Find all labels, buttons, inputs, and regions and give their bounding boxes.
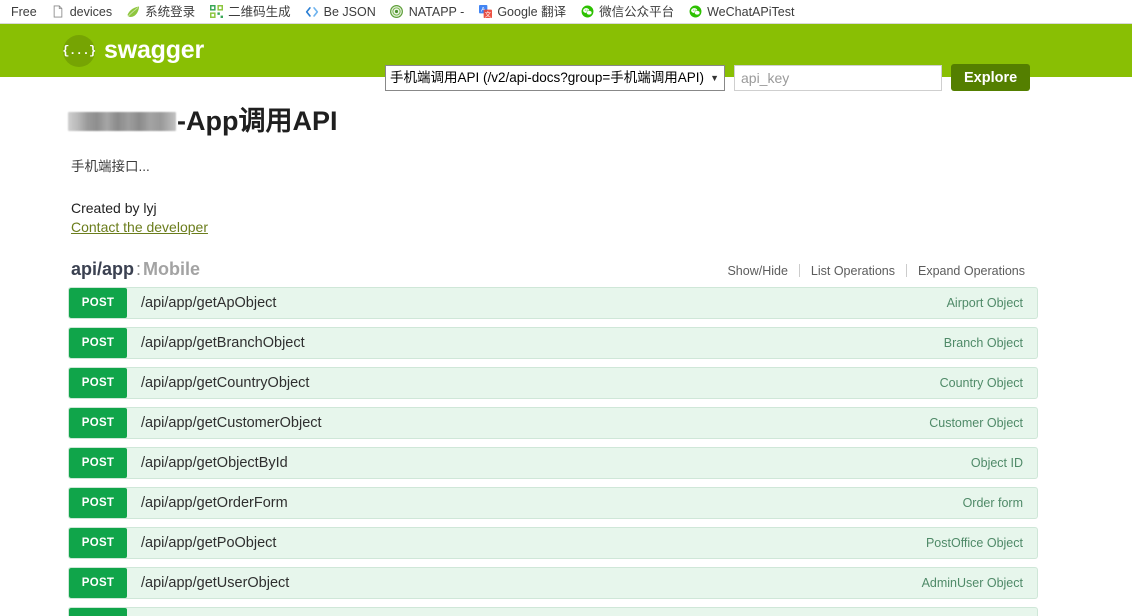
page-title: -App调用API <box>68 105 1132 139</box>
operation-path[interactable]: /api/app/getCountryObject <box>127 375 940 391</box>
operation-summary: Branch Object <box>943 335 1023 350</box>
resource-section-api-app: api/app: Mobile Show/Hide List Operations… <box>68 259 1038 616</box>
operation-path[interactable]: /api/app/getPoObject <box>127 535 926 551</box>
operation-path[interactable]: /api/app/getObjectById <box>127 455 971 471</box>
operation-method-badge: POST <box>69 447 127 478</box>
operation-method-badge: POST <box>69 527 127 558</box>
operation-row[interactable]: POST/api/app/inboundSaveInbound Save <box>68 606 1038 616</box>
operation-row[interactable]: POST/api/app/getObjectById Object ID <box>68 446 1038 479</box>
wechat-icon <box>688 5 702 19</box>
resource-title[interactable]: api/app: Mobile <box>71 259 200 280</box>
operation-summary: Order form <box>962 495 1023 510</box>
redacted-title-block <box>68 112 176 132</box>
operation-path[interactable]: /api/app/getApObject <box>127 295 947 311</box>
bookmark-label: WeChatAPiTest <box>707 4 795 19</box>
bookmark-label: NATAPP - <box>408 4 465 19</box>
resource-header: api/app: Mobile Show/Hide List Operations… <box>68 259 1038 287</box>
bookmark-item[interactable]: 二维码生成 <box>202 2 298 22</box>
operations-list: POST/api/app/getApObject Airport Object PO… <box>68 286 1038 616</box>
leaf-icon <box>126 5 140 19</box>
bookmark-label: Be JSON <box>323 4 376 19</box>
bookmark-label: 微信公众平台 <box>599 4 675 19</box>
spiral-icon <box>390 5 404 19</box>
page-title-suffix: -App调用API <box>177 106 338 136</box>
qrcode-icon <box>209 5 223 19</box>
bookmark-label: Free <box>11 4 37 19</box>
operation-summary: Country Object <box>939 375 1023 390</box>
operation-method-badge: POST <box>69 567 127 598</box>
list-operations-link[interactable]: List Operations <box>800 264 906 278</box>
bookmark-item[interactable]: 微信公众平台 <box>573 2 681 22</box>
bookmark-item[interactable]: 系统登录 <box>119 2 202 22</box>
bookmark-item[interactable]: Free <box>4 2 44 22</box>
bookmark-label: Google 翻译 <box>497 4 567 19</box>
operation-method-badge: POST <box>69 487 127 518</box>
created-by-text: Created by lyj <box>71 199 157 216</box>
google-translate-icon: A文 <box>478 5 492 19</box>
bookmark-label: devices <box>69 4 113 19</box>
chevron-down-icon: ▼ <box>710 72 719 83</box>
resource-options: Show/Hide List Operations Expand Operati… <box>716 264 1036 278</box>
show-hide-link[interactable]: Show/Hide <box>716 264 798 278</box>
page-icon <box>51 5 65 19</box>
wechat-icon <box>580 5 594 19</box>
bookmark-label: 二维码生成 <box>228 4 291 19</box>
bookmark-label: 系统登录 <box>145 4 196 19</box>
browser-bookmark-bar: Free devices 系统登录 二维码生成 Be JSON NATAPP - A 文 Goo… <box>0 0 1132 24</box>
swagger-logo[interactable]: {...} swagger <box>62 34 205 67</box>
operation-summary: PostOffice Object <box>925 535 1023 550</box>
operation-row[interactable]: POST/api/app/getOrderForm Order form <box>68 486 1038 519</box>
operation-path[interactable]: /api/app/getBranchObject <box>127 335 944 351</box>
operation-row[interactable]: POST/api/app/getCustomerObject Customer O… <box>68 406 1038 439</box>
operation-summary: Airport Object <box>946 295 1023 310</box>
operation-row[interactable]: POST/api/app/getBranchObject Branch Objec… <box>68 326 1038 359</box>
operation-path[interactable]: /api/app/getUserObject <box>127 575 922 591</box>
operation-path[interactable]: /api/app/getOrderForm <box>127 495 963 511</box>
api-info-block: -App调用API 手机端接口... Created by lyj Contac… <box>68 77 1132 237</box>
operation-method-badge: POST <box>69 407 127 438</box>
operation-method-badge: POST <box>69 327 127 358</box>
bookmark-item[interactable]: Be JSON <box>298 2 383 22</box>
bookmark-item[interactable]: NATAPP - <box>383 2 472 22</box>
expand-operations-link[interactable]: Expand Operations <box>907 264 1036 278</box>
resource-title-description: Mobile <box>143 258 201 279</box>
operation-summary: Object ID <box>970 455 1023 470</box>
operation-row[interactable]: POST/api/app/getPoObject PostOffice Objec… <box>68 526 1038 559</box>
explore-button[interactable]: Explore <box>951 64 1031 91</box>
operation-method-badge: POST <box>69 287 127 318</box>
operation-summary: AdminUser Object <box>921 575 1023 590</box>
operation-row[interactable]: POST/api/app/getCountryObject Country Obj… <box>68 366 1038 399</box>
operation-row[interactable]: POST/api/app/getApObject Airport Object <box>68 286 1038 319</box>
main-content: -App调用API 手机端接口... Created by lyj Contac… <box>0 77 1132 616</box>
swagger-logo-text: swagger <box>104 36 205 64</box>
spec-url-select[interactable]: 手机端调用API (/v2/api-docs?group=手机端调用API) ▼ <box>385 64 725 91</box>
contact-developer-link[interactable]: Contact the developer <box>71 219 208 235</box>
api-description: 手机端接口... <box>71 158 150 174</box>
operation-summary: Customer Object <box>929 415 1023 430</box>
bookmark-item[interactable]: WeChatAPiTest <box>681 2 801 22</box>
swagger-braces-icon: {...} <box>62 34 96 67</box>
operation-method-badge: POST <box>69 607 127 616</box>
spec-url-select-value: 手机端调用API (/v2/api-docs?group=手机端调用API) <box>390 69 704 85</box>
bookmark-item[interactable]: A 文 Google 翻译 <box>471 2 573 22</box>
header-explore-form: 手机端调用API (/v2/api-docs?group=手机端调用API) ▼… <box>385 64 1031 91</box>
code-brackets-icon <box>305 5 319 19</box>
api-key-input[interactable] <box>734 64 942 91</box>
swagger-header-bar: {...} swagger 手机端调用API (/v2/api-docs?gro… <box>0 24 1132 91</box>
resource-title-name: api/app <box>71 258 135 279</box>
operation-row[interactable]: POST/api/app/getUserObject AdminUser Obje… <box>68 566 1038 599</box>
operation-path[interactable]: /api/app/getCustomerObject <box>127 415 929 431</box>
svg-text:文: 文 <box>484 10 491 18</box>
resource-title-separator: : <box>136 258 142 279</box>
bookmark-item[interactable]: devices <box>44 2 119 22</box>
operation-method-badge: POST <box>69 367 127 398</box>
